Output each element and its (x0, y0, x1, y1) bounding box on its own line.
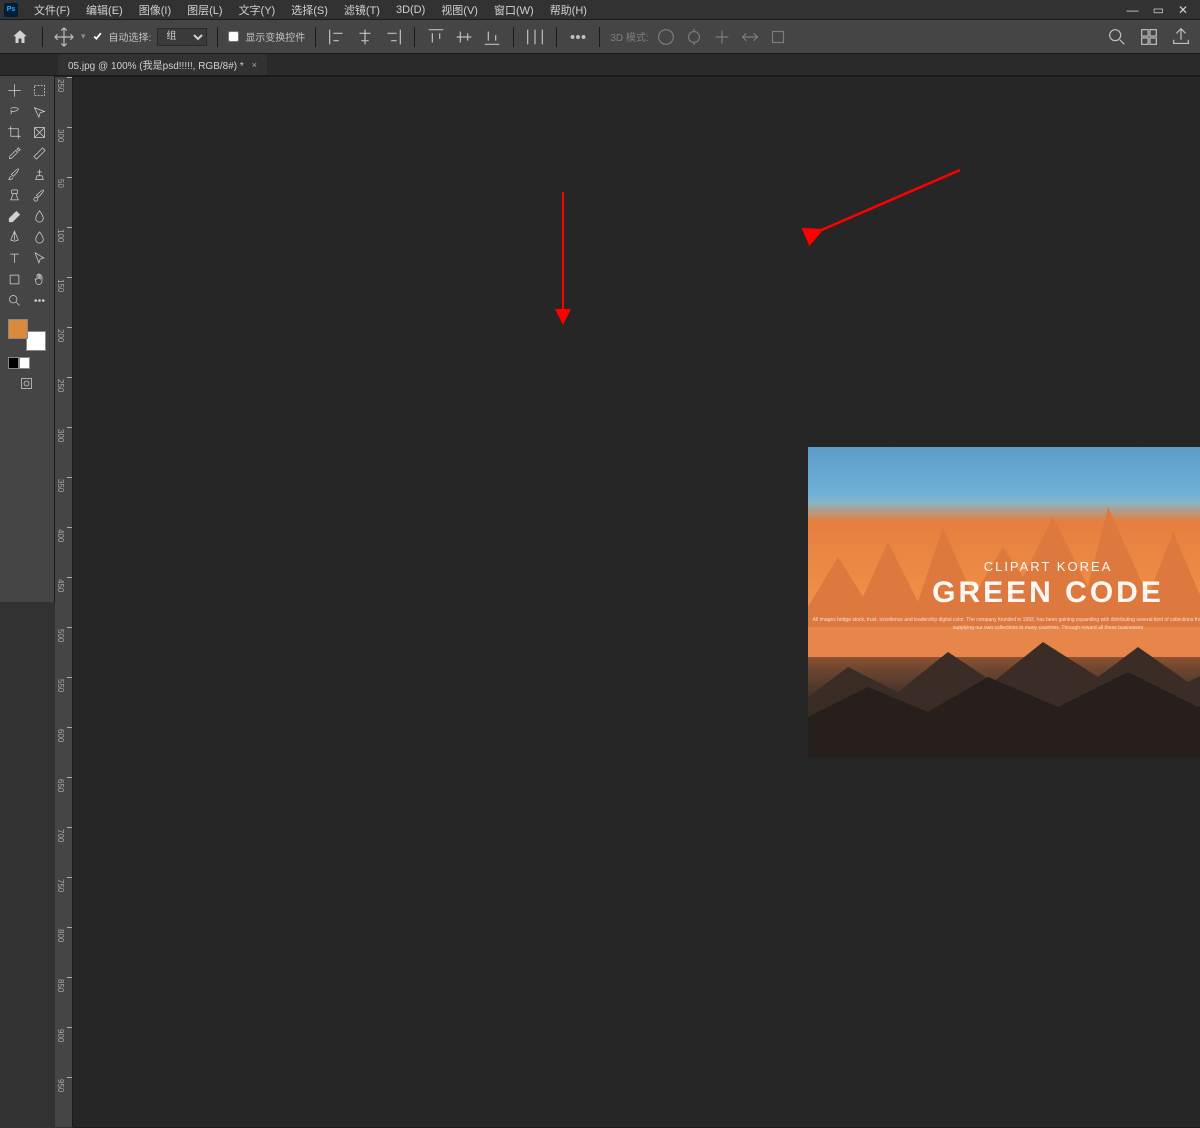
ruler-tool[interactable] (27, 143, 52, 164)
search-icon[interactable] (1106, 26, 1128, 48)
more-align-icon[interactable] (567, 26, 589, 48)
close-icon[interactable]: ✕ (1178, 3, 1188, 17)
crop-tool[interactable] (2, 122, 27, 143)
align-right-icon[interactable] (382, 26, 404, 48)
slide-3d-icon (739, 26, 761, 48)
align-left-icon[interactable] (326, 26, 348, 48)
app-logo: Ps (4, 3, 18, 17)
zoom-3d-icon (767, 26, 789, 48)
move-tool-icon (53, 26, 75, 48)
orbit-3d-icon (655, 26, 677, 48)
document-tab-title: 05.jpg @ 100% (我是psd!!!!!, RGB/8#) * (68, 57, 244, 72)
edit-toolbar-icon[interactable] (27, 290, 52, 311)
pan-3d-icon (711, 26, 733, 48)
menu-help[interactable]: 帮助(H) (542, 0, 595, 20)
background-color-swatch[interactable] (26, 331, 46, 351)
default-colors-icon[interactable] (8, 357, 30, 369)
show-transform-label: 显示变换控件 (245, 29, 305, 44)
history-brush-tool[interactable] (27, 185, 52, 206)
distribute-h-icon[interactable] (524, 26, 546, 48)
menu-window[interactable]: 窗口(W) (486, 0, 542, 20)
clone-stamp-tool[interactable] (27, 164, 52, 185)
window-controls: — ▭ ✕ (1127, 3, 1196, 17)
path-select-tool[interactable] (27, 248, 52, 269)
align-bottom-icon[interactable] (481, 26, 503, 48)
brush-tool[interactable] (2, 164, 27, 185)
menu-3d[interactable]: 3D(D) (388, 2, 433, 18)
document-text-overlay: CLIPART KOREA GREEN CODE All images brid… (808, 559, 1200, 632)
workspace-icon[interactable] (1138, 26, 1160, 48)
share-icon[interactable] (1170, 26, 1192, 48)
minimize-icon[interactable]: — (1127, 3, 1139, 17)
eyedropper-tool[interactable] (2, 143, 27, 164)
shape-tool[interactable] (2, 269, 27, 290)
lasso-tool[interactable] (2, 101, 27, 122)
frame-tool[interactable] (27, 122, 52, 143)
menu-layer[interactable]: 图层(L) (179, 0, 230, 20)
zoom-tool[interactable] (2, 290, 27, 311)
doc-title: GREEN CODE (808, 576, 1200, 610)
align-middle-v-icon[interactable] (453, 26, 475, 48)
quick-mask-icon[interactable] (14, 373, 39, 394)
menu-image[interactable]: 图像(I) (131, 0, 179, 20)
roll-3d-icon (683, 26, 705, 48)
align-center-h-icon[interactable] (354, 26, 376, 48)
canvas-area[interactable]: CLIPART KOREA GREEN CODE All images brid… (73, 77, 1200, 1127)
canvas-column: 0501001502002503003504004505005506006507… (55, 76, 1200, 602)
doc-subtitle: CLIPART KOREA (808, 559, 1200, 574)
eraser-tool[interactable] (2, 206, 27, 227)
pen-tool[interactable] (2, 227, 27, 248)
align-top-icon[interactable] (425, 26, 447, 48)
document-tab-bar: 05.jpg @ 100% (我是psd!!!!!, RGB/8#) * × (0, 54, 1200, 76)
auto-select-checkbox[interactable] (92, 31, 103, 42)
show-transform-checkbox[interactable] (228, 31, 239, 42)
color-swatches[interactable] (8, 319, 42, 353)
menu-view[interactable]: 视图(V) (433, 0, 486, 20)
healing-tool[interactable] (2, 185, 27, 206)
gradient-tool[interactable] (27, 206, 52, 227)
options-bar: ▾ 自动选择: 组 显示变换控件 3D 模式: (0, 20, 1200, 54)
document-canvas[interactable]: CLIPART KOREA GREEN CODE All images brid… (808, 447, 1200, 757)
close-tab-icon[interactable]: × (252, 60, 257, 70)
home-button[interactable] (8, 25, 32, 49)
menu-file[interactable]: 文件(F) (26, 0, 78, 20)
blur-tool[interactable] (27, 227, 52, 248)
marquee-tool[interactable] (27, 80, 52, 101)
menu-select[interactable]: 选择(S) (283, 0, 336, 20)
auto-select-label: 自动选择: (109, 29, 152, 44)
quick-select-tool[interactable] (27, 101, 52, 122)
move-tool[interactable] (2, 80, 27, 101)
menu-type[interactable]: 文字(Y) (231, 0, 284, 20)
type-tool[interactable] (2, 248, 27, 269)
document-tab[interactable]: 05.jpg @ 100% (我是psd!!!!!, RGB/8#) * × (58, 54, 267, 75)
doc-body: All images bridge stock, trust, excellen… (808, 616, 1200, 632)
annotation-arrow-1 (543, 77, 583, 327)
tool-palette (0, 76, 55, 602)
vertical-ruler[interactable]: 2503005010015020025030035040045050055060… (55, 77, 73, 1127)
menu-edit[interactable]: 编辑(E) (78, 0, 131, 20)
main-area: 0501001502002503003504004505005506006507… (0, 76, 1200, 602)
menubar: Ps 文件(F) 编辑(E) 图像(I) 图层(L) 文字(Y) 选择(S) 滤… (0, 0, 1200, 20)
menu-filter[interactable]: 滤镜(T) (336, 0, 388, 20)
foreground-color-swatch[interactable] (8, 319, 28, 339)
hand-tool[interactable] (27, 269, 52, 290)
restore-icon[interactable]: ▭ (1153, 3, 1164, 17)
auto-select-target-dropdown[interactable]: 组 (157, 28, 207, 46)
mode-3d-label: 3D 模式: (610, 29, 648, 44)
